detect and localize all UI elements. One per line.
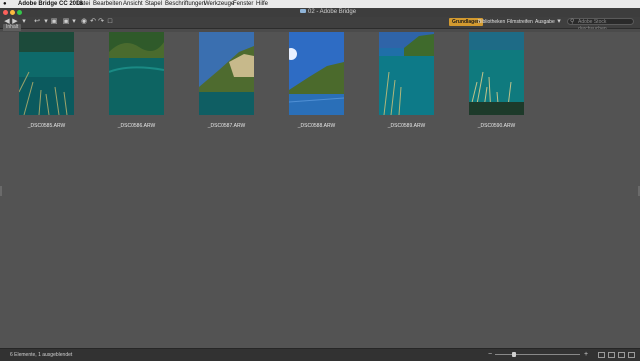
menu-datei[interactable]: Datei (76, 0, 90, 8)
close-window-button[interactable] (3, 10, 8, 15)
grid-view-button[interactable] (598, 352, 605, 358)
thumbnail-image[interactable] (289, 32, 344, 115)
rotate-left-icon[interactable]: ↶ (89, 18, 97, 26)
status-text: 6 Elemente, 1 ausgeblendet (10, 352, 73, 358)
window-title-text: 02 - Adobe Bridge (308, 9, 357, 15)
thumbnail-filename: _DSC0589.ARW (387, 123, 426, 129)
thumbnail-image[interactable] (199, 32, 254, 115)
delete-icon[interactable]: □ (106, 18, 114, 26)
thumbnail-image[interactable] (109, 32, 164, 115)
thumbnail-size-slider[interactable] (495, 354, 580, 355)
thumbnail-filename: _DSC0586.ARW (117, 123, 156, 129)
boomerang-icon[interactable]: ↩ (33, 18, 41, 26)
menu-fenster[interactable]: Fenster (233, 0, 253, 8)
history-dropdown-icon[interactable]: ▾ (42, 18, 50, 26)
menu-werkzeuge[interactable]: Werkzeuge (204, 0, 234, 8)
thumbnail-filename: _DSC0590.ARW (477, 123, 516, 129)
refine-dropdown-icon[interactable]: ▾ (70, 18, 78, 26)
menu-bearbeiten[interactable]: Bearbeiten (93, 0, 122, 8)
thumbnail-image[interactable] (19, 32, 74, 115)
thumbnail-filename: _DSC0588.ARW (297, 123, 336, 129)
workspace-ausgabe[interactable]: Ausgabe (532, 18, 558, 26)
refine-icon[interactable]: ▣ (62, 18, 70, 26)
workspace-menu-chevron-icon[interactable]: ▾ (555, 18, 563, 26)
window-title: 02 - Adobe Bridge (300, 8, 356, 17)
list-view-button[interactable] (628, 352, 635, 358)
zoom-window-button[interactable] (17, 10, 22, 15)
menu-hilfe[interactable]: Hilfe (256, 0, 268, 8)
details-view-button[interactable] (618, 352, 625, 358)
menu-bar: ● Adobe Bridge CC 2018 Datei Bearbeiten … (0, 0, 640, 8)
menu-app-name[interactable]: Adobe Bridge CC 2018 (18, 0, 83, 8)
tab-content[interactable]: Inhalt (3, 24, 22, 31)
search-icon: ⚲ (570, 19, 575, 25)
apple-icon[interactable]: ● (3, 0, 7, 8)
thumbnail-view-button[interactable] (608, 352, 615, 358)
left-panel-handle[interactable] (0, 186, 2, 196)
minimize-window-button[interactable] (10, 10, 15, 15)
slider-thumb[interactable] (512, 352, 516, 357)
camera-import-icon[interactable]: ▣ (50, 18, 58, 26)
menu-ansicht[interactable]: Ansicht (123, 0, 143, 8)
thumbnail-filename: _DSC0587.ARW (207, 123, 246, 129)
thumbnail-filename: _DSC0585.ARW (27, 123, 66, 129)
camera-raw-icon[interactable]: ◉ (80, 18, 88, 26)
folder-icon (300, 9, 306, 14)
thumbnail-image[interactable] (379, 32, 434, 115)
search-input[interactable]: Adobe Stock durchsuchen (567, 18, 634, 32)
thumbnail-image[interactable] (469, 32, 524, 115)
zoom-in-icon[interactable]: + (582, 351, 590, 359)
menu-beschriftungen[interactable]: Beschriftungen (165, 0, 205, 8)
rotate-right-icon[interactable]: ↷ (97, 18, 105, 26)
zoom-out-icon[interactable]: − (486, 351, 494, 359)
dropdown-chevron-icon[interactable]: ▾ (20, 18, 28, 26)
menu-stapel[interactable]: Stapel (145, 0, 162, 8)
